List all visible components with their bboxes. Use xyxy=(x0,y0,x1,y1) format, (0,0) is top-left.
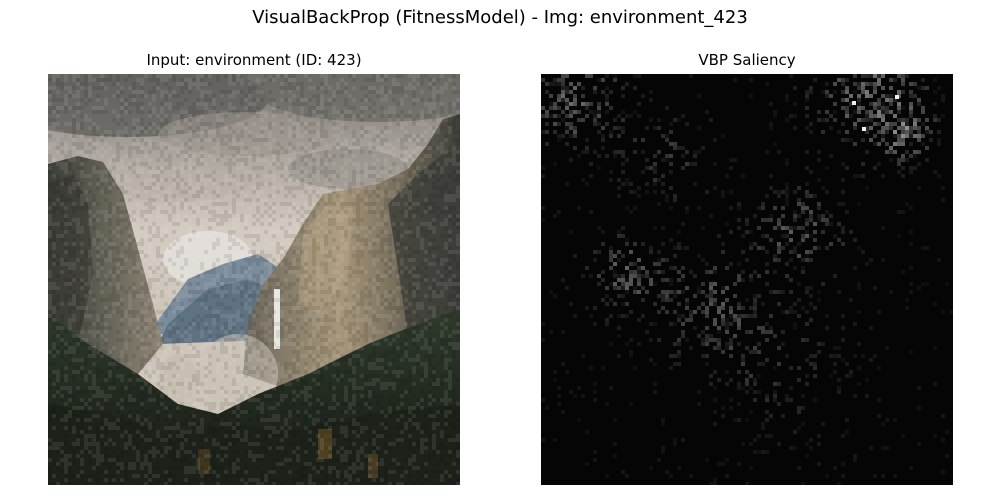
saliency-map xyxy=(541,74,953,485)
saliency-heatmap xyxy=(541,74,953,485)
figure-title: VisualBackProp (FitnessModel) - Img: env… xyxy=(252,7,748,28)
input-image-title: Input: environment (ID: 423) xyxy=(146,51,362,69)
input-image xyxy=(48,74,460,485)
landscape-photo xyxy=(48,74,460,485)
saliency-map-title: VBP Saliency xyxy=(698,51,796,69)
